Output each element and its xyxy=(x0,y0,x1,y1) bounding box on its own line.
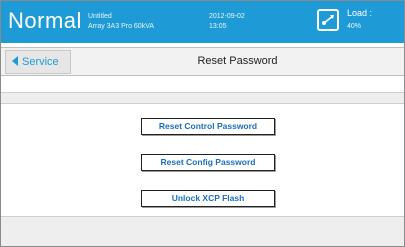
unlock-xcp-flash-button[interactable]: Unlock XCP Flash xyxy=(141,190,275,207)
load-meter-icon xyxy=(317,9,339,31)
separator-strip xyxy=(1,92,404,104)
footer-area xyxy=(1,216,404,246)
system-model: Array 3A3 Pro 60kVA xyxy=(88,23,155,30)
time-display: 13:05 xyxy=(209,23,227,30)
reset-config-password-button[interactable]: Reset Config Password xyxy=(141,154,275,171)
status-header: Normal Untitled Array 3A3 Pro 60kVA 2012… xyxy=(1,1,404,43)
load-label: Load : xyxy=(347,8,373,18)
triangle-left-icon xyxy=(12,56,18,66)
nav-bar: Service Reset Password xyxy=(1,47,404,76)
reset-control-password-button[interactable]: Reset Control Password xyxy=(141,118,275,135)
system-title: Untitled xyxy=(88,13,112,20)
date-display: 2012-09-02 xyxy=(209,13,245,20)
back-label: Service xyxy=(22,56,59,68)
mode-label: Normal xyxy=(8,8,82,33)
page-title: Reset Password xyxy=(197,55,278,67)
back-service-button[interactable]: Service xyxy=(5,50,71,74)
load-value: 40% xyxy=(347,23,362,30)
actions-panel: Reset Control Password Reset Config Pass… xyxy=(1,104,404,216)
screen: Normal Untitled Array 3A3 Pro 60kVA 2012… xyxy=(0,0,405,247)
